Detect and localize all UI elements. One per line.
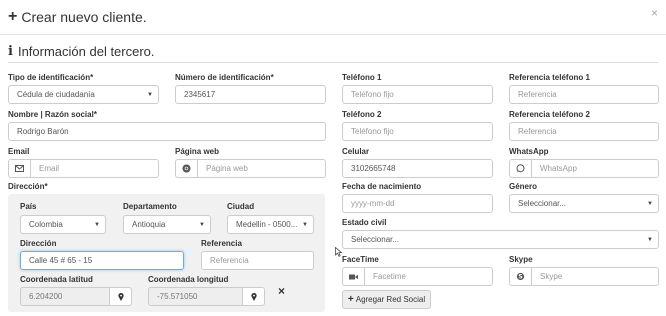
longitud-field[interactable]: -75.571050 bbox=[148, 287, 265, 306]
chevron-down-icon: ▼ bbox=[199, 222, 205, 228]
pagina-web-field[interactable]: Página web bbox=[175, 159, 326, 178]
direccion-section-label: Dirección* bbox=[8, 182, 48, 191]
ref-telefono2-label: Referencia teléfono 2 bbox=[509, 110, 590, 119]
chevron-down-icon: ▼ bbox=[147, 92, 153, 98]
numero-id-input[interactable]: 2345617 bbox=[175, 85, 326, 104]
modal-title-text: Crear nuevo cliente. bbox=[21, 9, 147, 25]
skype-icon: S bbox=[509, 267, 531, 286]
genero-label: Género bbox=[509, 182, 538, 191]
chevron-down-icon: ▼ bbox=[647, 201, 653, 207]
email-label: Email bbox=[8, 147, 30, 156]
video-camera-icon bbox=[342, 267, 364, 286]
numero-id-label: Número de identificación* bbox=[175, 73, 274, 82]
direccion-label: Dirección bbox=[20, 239, 57, 248]
ref-telefono2-input[interactable]: Referencia bbox=[509, 122, 659, 141]
section-title-text: Información del tercero. bbox=[17, 44, 155, 59]
fecha-nacimiento-label: Fecha de nacimiento bbox=[342, 182, 422, 191]
email-field[interactable]: Email bbox=[8, 159, 159, 178]
celular-input[interactable]: 3102665748 bbox=[342, 159, 493, 178]
telefono2-label: Teléfono 2 bbox=[342, 110, 382, 119]
mouse-cursor-icon bbox=[335, 247, 343, 257]
referencia-input[interactable]: Referencia bbox=[201, 251, 314, 270]
ref-telefono1-label: Referencia teléfono 1 bbox=[509, 73, 590, 82]
departamento-label: Departamento bbox=[123, 202, 177, 211]
tipo-id-label: Tipo de identificación* bbox=[8, 73, 94, 82]
plus-icon: + bbox=[347, 294, 354, 305]
agregar-red-social-label: Agregar Red Social bbox=[355, 295, 426, 304]
pagina-web-placeholder: Página web bbox=[197, 159, 326, 178]
ref-telefono1-placeholder: Referencia bbox=[518, 90, 557, 99]
estado-civil-value: Seleccionar... bbox=[351, 235, 400, 244]
latitud-label: Coordenada latitud bbox=[20, 275, 93, 284]
telefono1-placeholder: Teléfono fijo bbox=[351, 90, 394, 99]
genero-value: Seleccionar... bbox=[518, 199, 567, 208]
nombre-value: Rodrigo Barón bbox=[17, 127, 69, 136]
referencia-placeholder: Referencia bbox=[210, 256, 249, 265]
estado-civil-label: Estado civil bbox=[342, 218, 387, 227]
chevron-down-icon: ▼ bbox=[94, 222, 100, 228]
departamento-value: Antioquia bbox=[132, 220, 166, 229]
section-title: i Información del tercero. bbox=[8, 44, 155, 59]
numero-id-value: 2345617 bbox=[184, 90, 216, 99]
direccion-value: Calle 45 # 65 - 15 bbox=[29, 256, 93, 265]
ref-telefono2-placeholder: Referencia bbox=[518, 127, 557, 136]
longitud-label: Coordenada longitud bbox=[148, 275, 229, 284]
chevron-down-icon: ▼ bbox=[302, 222, 308, 228]
pagina-web-label: Página web bbox=[175, 147, 220, 156]
skype-field[interactable]: S Skype bbox=[509, 267, 659, 286]
ref-telefono1-input[interactable]: Referencia bbox=[509, 85, 659, 104]
whatsapp-placeholder: WhatsApp bbox=[531, 159, 659, 178]
plus-icon: + bbox=[8, 8, 18, 25]
telefono1-label: Teléfono 1 bbox=[342, 73, 382, 82]
facetime-field[interactable]: Facetime bbox=[342, 267, 493, 286]
pais-value: Colombia bbox=[29, 220, 63, 229]
whatsapp-field[interactable]: WhatsApp bbox=[509, 159, 659, 178]
chevron-down-icon: ▼ bbox=[647, 237, 653, 243]
genero-select[interactable]: Seleccionar... ▼ bbox=[509, 194, 659, 213]
facetime-placeholder: Facetime bbox=[364, 267, 493, 286]
ciudad-value: Medellin - 0500... bbox=[236, 220, 298, 229]
modal-title: + Crear nuevo cliente. bbox=[8, 8, 147, 26]
latitud-value: 6.204200 bbox=[20, 287, 110, 306]
telefono2-placeholder: Teléfono fijo bbox=[351, 127, 394, 136]
latitud-field[interactable]: 6.204200 bbox=[20, 287, 132, 306]
whatsapp-label: WhatsApp bbox=[509, 147, 549, 156]
chrome-icon bbox=[175, 159, 197, 178]
celular-label: Celular bbox=[342, 147, 370, 156]
pais-label: País bbox=[20, 202, 37, 211]
map-marker-icon[interactable] bbox=[243, 287, 265, 306]
modal-header: + Crear nuevo cliente. × bbox=[0, 0, 666, 35]
fecha-nacimiento-placeholder: yyyy-mm-dd bbox=[351, 199, 395, 208]
skype-label: Skype bbox=[509, 255, 533, 264]
fecha-nacimiento-input[interactable]: yyyy-mm-dd bbox=[342, 194, 493, 213]
skype-placeholder: Skype bbox=[531, 267, 659, 286]
telefono1-input[interactable]: Teléfono fijo bbox=[342, 85, 493, 104]
facetime-label: FaceTime bbox=[342, 255, 379, 264]
departamento-select[interactable]: Antioquia ▼ bbox=[123, 215, 211, 234]
celular-value: 3102665748 bbox=[351, 164, 396, 173]
info-icon: i bbox=[8, 44, 13, 59]
email-placeholder: Email bbox=[30, 159, 159, 178]
whatsapp-icon bbox=[509, 159, 531, 178]
map-marker-icon[interactable] bbox=[110, 287, 132, 306]
svg-text:S: S bbox=[518, 274, 522, 281]
telefono2-input[interactable]: Teléfono fijo bbox=[342, 122, 493, 141]
close-icon[interactable]: × bbox=[651, 6, 658, 20]
pais-select[interactable]: Colombia ▼ bbox=[20, 215, 106, 234]
ciudad-select[interactable]: Medellin - 0500... ▼ bbox=[227, 215, 314, 234]
nombre-input[interactable]: Rodrigo Barón bbox=[8, 122, 326, 141]
tipo-id-value: Cédula de ciudadanía bbox=[17, 90, 95, 99]
section-divider bbox=[8, 62, 658, 63]
direccion-input[interactable]: Calle 45 # 65 - 15 bbox=[20, 251, 184, 270]
estado-civil-select[interactable]: Seleccionar... ▼ bbox=[342, 230, 659, 249]
agregar-red-social-button[interactable]: + Agregar Red Social bbox=[342, 290, 431, 309]
clear-coordinates-icon[interactable]: × bbox=[278, 284, 285, 298]
referencia-label: Referencia bbox=[201, 239, 242, 248]
ciudad-label: Ciudad bbox=[227, 202, 255, 211]
tipo-id-select[interactable]: Cédula de ciudadanía ▼ bbox=[8, 85, 159, 104]
longitud-value: -75.571050 bbox=[148, 287, 243, 306]
nombre-label: Nombre | Razón social* bbox=[8, 110, 97, 119]
envelope-icon bbox=[8, 159, 30, 178]
